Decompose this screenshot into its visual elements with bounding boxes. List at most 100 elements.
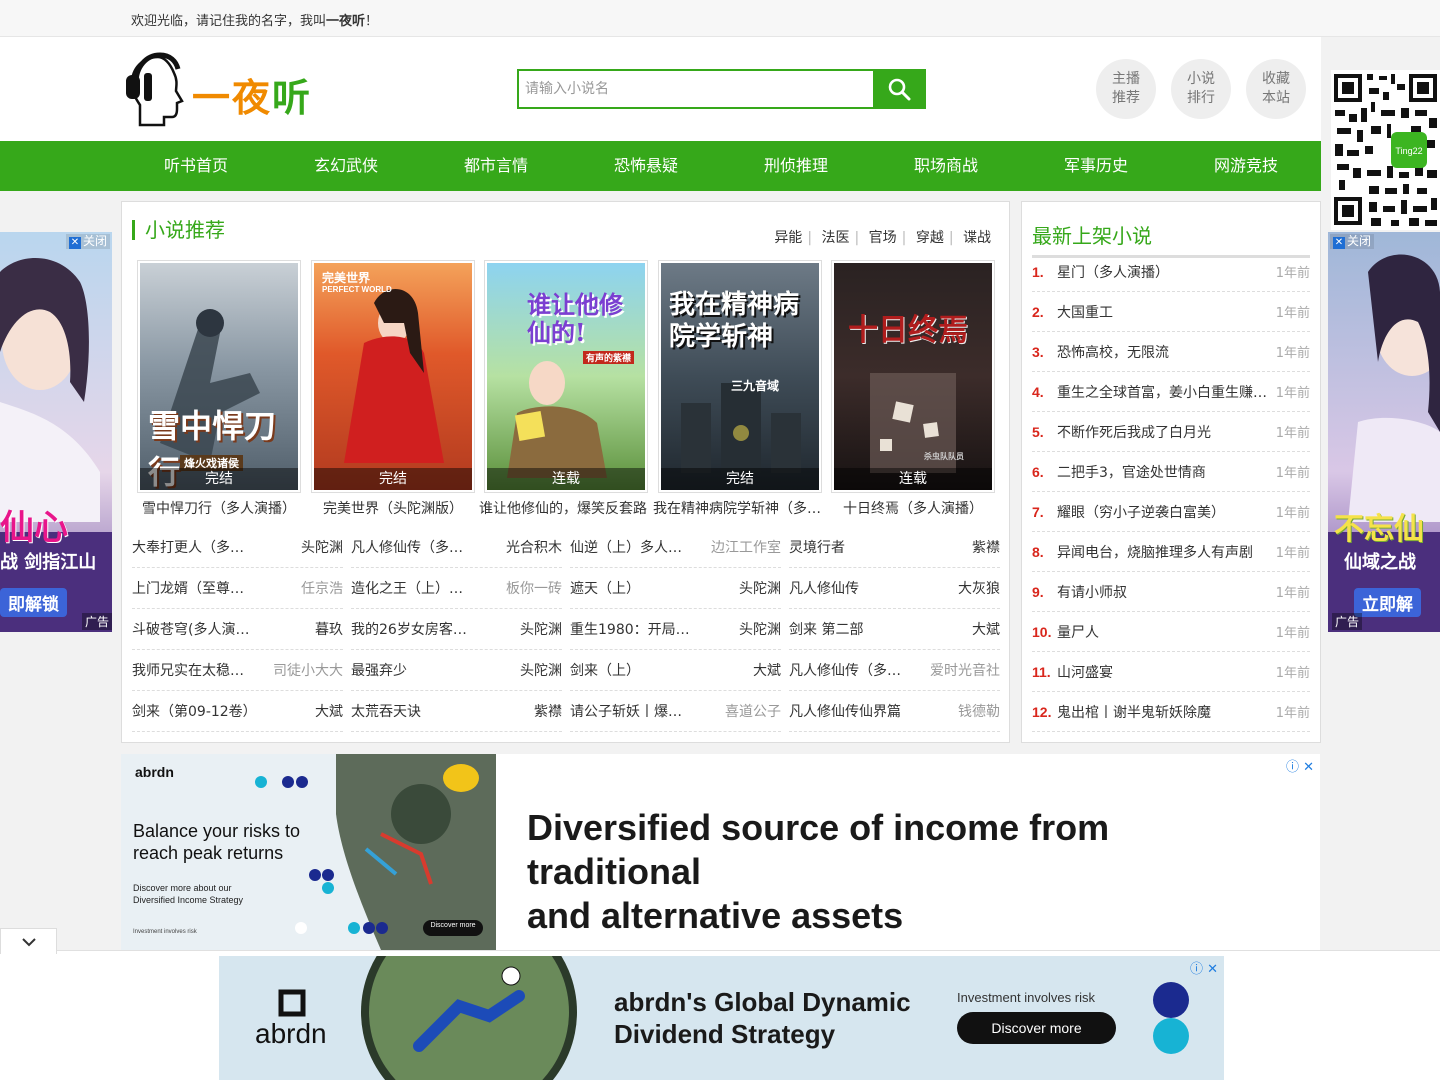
left-ad-close[interactable]: ✕ 关闭 <box>65 234 110 249</box>
list-author[interactable]: 头陀渊 <box>739 578 781 598</box>
list-author[interactable]: 板你一砖 <box>506 578 562 598</box>
sticky-bottom-ad[interactable]: abrdn abrdn's Global Dynamic Dividend St… <box>219 956 1224 1080</box>
tag-link[interactable]: 异能 <box>774 230 802 246</box>
latest-item-title[interactable]: 山河盛宴 <box>1057 662 1270 682</box>
list-author[interactable]: 暮玖 <box>315 619 343 639</box>
latest-item-title[interactable]: 耀眼（穷小子逆袭白富美） <box>1057 502 1270 522</box>
bottom-ad-choices-icon[interactable]: ⓘ ✕ <box>1190 958 1218 977</box>
nav-item-home[interactable]: 听书首页 <box>121 141 271 191</box>
search-button[interactable] <box>873 71 924 107</box>
book-title[interactable]: 我在精神病院学斩神（多… <box>653 498 827 518</box>
site-logo[interactable]: 一夜听 <box>124 51 324 129</box>
list-item[interactable]: 剑来 第二部 大斌 <box>789 609 1000 650</box>
list-title[interactable]: 仙逆（上）多人… <box>570 537 682 557</box>
host-recommend-button[interactable]: 主播 推荐 <box>1096 59 1156 119</box>
list-title[interactable]: 剑来 第二部 <box>789 619 863 639</box>
nav-item-gaming[interactable]: 网游竞技 <box>1171 141 1321 191</box>
list-title[interactable]: 凡人修仙传（多… <box>351 537 463 557</box>
book-title[interactable]: 谁让他修仙的，爆笑反套路 <box>479 498 653 518</box>
book-cover[interactable]: 我在精神病院学斩神 三九音域 完结 <box>658 260 822 493</box>
latest-item[interactable]: 7. 耀眼（穷小子逆袭白富美） 1年前 <box>1032 492 1310 532</box>
latest-item[interactable]: 9. 有请小师叔 1年前 <box>1032 572 1310 612</box>
list-author[interactable]: 钱德勒 <box>958 701 1000 721</box>
left-side-ad[interactable]: 仙心 战 剑指江山 即解锁 ✕ 关闭 广告 <box>0 232 112 632</box>
latest-item-title[interactable]: 量尸人 <box>1057 622 1270 642</box>
list-title[interactable]: 最强弃少 <box>351 660 407 680</box>
ad-choices-icon[interactable]: ⓘ ✕ <box>1286 756 1314 775</box>
book-cover[interactable]: 谁让他修仙的! 有声的紫襟 连载 <box>484 260 648 493</box>
nav-item-business[interactable]: 职场商战 <box>871 141 1021 191</box>
list-item[interactable]: 请公子斩妖丨爆… 喜道公子 <box>570 691 781 732</box>
list-author[interactable]: 光合积木 <box>506 537 562 557</box>
latest-item[interactable]: 4. 重生之全球首富，姜小白重生赚… 1年前 <box>1032 372 1310 412</box>
latest-item[interactable]: 10. 量尸人 1年前 <box>1032 612 1310 652</box>
ad-headline[interactable]: Diversified source of income from tradit… <box>527 806 1287 938</box>
list-title[interactable]: 斗破苍穹(多人演… <box>132 619 249 639</box>
latest-item[interactable]: 2. 大国重工 1年前 <box>1032 292 1310 332</box>
list-title[interactable]: 请公子斩妖丨爆… <box>570 701 682 721</box>
list-item[interactable]: 剑来（第09-12卷） 大斌 <box>132 691 343 732</box>
list-title[interactable]: 重生1980：开局… <box>570 619 690 639</box>
book-cover[interactable]: 雪中悍刀行 烽火戏诸侯 完结 <box>137 260 301 493</box>
list-title[interactable]: 上门龙婿（至尊… <box>132 578 244 598</box>
tag-link[interactable]: 穿越 <box>916 230 944 246</box>
list-title[interactable]: 我的26岁女房客… <box>351 619 467 639</box>
list-item[interactable]: 上门龙婿（至尊… 任京浩 <box>132 568 343 609</box>
list-author[interactable]: 任京浩 <box>301 578 343 598</box>
list-title[interactable]: 凡人修仙传 <box>789 578 859 598</box>
latest-item-title[interactable]: 鬼出棺丨谢半鬼斩妖除魔 <box>1057 702 1270 722</box>
list-title[interactable]: 我师兄实在太稳… <box>132 660 244 680</box>
list-author[interactable]: 大斌 <box>315 701 343 721</box>
list-author[interactable]: 头陀渊 <box>520 619 562 639</box>
nav-item-detective[interactable]: 刑侦推理 <box>721 141 871 191</box>
latest-item[interactable]: 1. 星门（多人演播） 1年前 <box>1032 252 1310 292</box>
tag-link[interactable]: 法医 <box>821 230 849 246</box>
right-ad-close[interactable]: ✕ 关闭 <box>1330 234 1375 249</box>
latest-item-title[interactable]: 重生之全球首富，姜小白重生赚… <box>1057 382 1270 402</box>
latest-item-title[interactable]: 二把手3，官途处世情商 <box>1057 462 1270 482</box>
novel-ranking-button[interactable]: 小说 排行 <box>1171 59 1231 119</box>
book-cover[interactable]: 完美世界 PERFECT WORLD 完结 <box>311 260 475 493</box>
list-item[interactable]: 剑来（上） 大斌 <box>570 650 781 691</box>
list-author[interactable]: 大斌 <box>972 619 1000 639</box>
list-item[interactable]: 大奉打更人（多… 头陀渊 <box>132 527 343 568</box>
list-title[interactable]: 遮天（上） <box>570 578 640 598</box>
list-item[interactable]: 我师兄实在太稳… 司徒小大大 <box>132 650 343 691</box>
list-author[interactable]: 大灰狼 <box>958 578 1000 598</box>
list-author[interactable]: 紫襟 <box>972 537 1000 557</box>
ad-discover-button[interactable]: Discover more <box>423 922 483 929</box>
collapse-ad-button[interactable] <box>0 928 57 954</box>
list-title[interactable]: 太荒吞天诀 <box>351 701 421 721</box>
list-author[interactable]: 大斌 <box>753 660 781 680</box>
list-item[interactable]: 凡人修仙传（多… 爱时光音社 <box>789 650 1000 691</box>
list-item[interactable]: 造化之王（上）… 板你一砖 <box>351 568 562 609</box>
list-item[interactable]: 凡人修仙传（多… 光合积木 <box>351 527 562 568</box>
bookmark-site-button[interactable]: 收藏 本站 <box>1246 59 1306 119</box>
list-title[interactable]: 大奉打更人（多… <box>132 537 244 557</box>
list-author[interactable]: 司徒小大大 <box>273 660 343 680</box>
list-author[interactable]: 头陀渊 <box>301 537 343 557</box>
list-author[interactable]: 头陀渊 <box>520 660 562 680</box>
nav-item-horror[interactable]: 恐怖悬疑 <box>571 141 721 191</box>
latest-item-title[interactable]: 恐怖高校，无限流 <box>1057 342 1270 362</box>
list-item[interactable]: 重生1980：开局… 头陀渊 <box>570 609 781 650</box>
book-title[interactable]: 雪中悍刀行（多人演播） <box>132 498 306 518</box>
list-author[interactable]: 边江工作室 <box>711 537 781 557</box>
list-author[interactable]: 喜道公子 <box>725 701 781 721</box>
book-title[interactable]: 十日终焉（多人演播） <box>826 498 1000 518</box>
list-item[interactable]: 最强弃少 头陀渊 <box>351 650 562 691</box>
nav-item-urban[interactable]: 都市言情 <box>421 141 571 191</box>
list-title[interactable]: 灵境行者 <box>789 537 845 557</box>
list-title[interactable]: 造化之王（上）… <box>351 578 463 598</box>
list-item[interactable]: 仙逆（上）多人… 边江工作室 <box>570 527 781 568</box>
list-item[interactable]: 斗破苍穹(多人演… 暮玖 <box>132 609 343 650</box>
list-item[interactable]: 遮天（上） 头陀渊 <box>570 568 781 609</box>
latest-item[interactable]: 12. 鬼出棺丨谢半鬼斩妖除魔 1年前 <box>1032 692 1310 732</box>
latest-item-title[interactable]: 不断作死后我成了白月光 <box>1057 422 1270 442</box>
list-author[interactable]: 紫襟 <box>534 701 562 721</box>
display-ad-banner[interactable]: abrdn Balance your risks to reach peak r… <box>121 754 1320 950</box>
list-item[interactable]: 凡人修仙传 大灰狼 <box>789 568 1000 609</box>
book-cover[interactable]: 十日终焉 杀虫队队员 连载 <box>831 260 995 493</box>
book-title[interactable]: 完美世界（头陀渊版） <box>306 498 480 518</box>
list-author[interactable]: 头陀渊 <box>739 619 781 639</box>
